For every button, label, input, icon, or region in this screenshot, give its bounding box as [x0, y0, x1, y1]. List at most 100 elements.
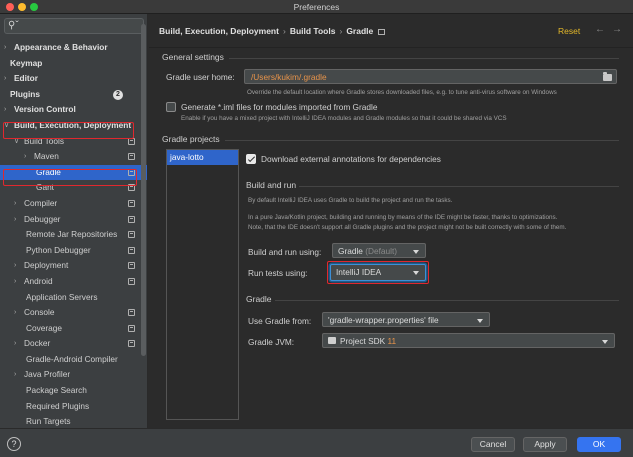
help-button[interactable]: ? — [7, 437, 21, 451]
chevron-right-icon[interactable]: › — [14, 196, 16, 212]
sidebar-item-label: Gant — [36, 182, 54, 193]
update-count-badge: 2 — [113, 89, 123, 100]
run-tests-using-label: Run tests using: — [248, 268, 308, 278]
sidebar-item-label: Appearance & Behavior — [14, 42, 108, 52]
reset-link[interactable]: Reset — [558, 26, 580, 36]
chevron-down-icon[interactable]: ∨ — [14, 134, 19, 150]
gradle-jvm-label: Gradle JVM: — [248, 337, 295, 347]
cancel-button[interactable]: Cancel — [471, 437, 515, 452]
sidebar-item-label: Java Profiler — [24, 369, 71, 380]
chevron-right-icon[interactable]: › — [14, 274, 16, 290]
sidebar-item[interactable]: Gradle-Android Compiler — [0, 352, 147, 368]
settings-sidebar: ⚲ˇ › Appearance & Behavior Keymap › Editor Pl… — [0, 14, 148, 428]
sidebar-item[interactable]: Coverage — [0, 321, 147, 337]
download-annotations-label: Download external annotations for depend… — [261, 154, 441, 164]
sidebar-item[interactable]: Gant — [0, 180, 147, 196]
sidebar-item[interactable]: › Java Profiler — [0, 367, 147, 383]
sidebar-item[interactable]: › Maven — [0, 149, 147, 165]
apply-button[interactable]: Apply — [523, 437, 567, 452]
divider — [225, 140, 619, 141]
sidebar-item-label: Debugger — [24, 213, 61, 224]
breadcrumb-item[interactable]: Build Tools — [290, 26, 336, 36]
chevron-right-icon[interactable]: › — [14, 212, 16, 228]
gradle-user-home-field[interactable]: /Users/kukim/.gradle — [244, 69, 617, 84]
sidebar-item-label: Python Debugger — [26, 244, 91, 255]
use-gradle-from-value: 'gradle-wrapper.properties' file — [328, 315, 439, 325]
divider — [275, 300, 619, 301]
back-arrow-icon[interactable]: ← — [595, 24, 605, 35]
gradle-section-title: Gradle — [246, 294, 272, 304]
chevron-right-icon[interactable]: › — [14, 258, 16, 274]
folder-icon[interactable] — [603, 72, 612, 81]
sidebar-item-label: Application Servers — [26, 291, 98, 302]
settings-header: Build, Execution, Deployment › Build Tools… — [149, 14, 633, 48]
sidebar-item-label: Gradle — [36, 166, 61, 177]
sidebar-item[interactable]: Application Servers — [0, 290, 147, 306]
sidebar-item[interactable]: › Compiler — [0, 196, 147, 212]
sidebar-item[interactable]: Required Plugins — [0, 399, 147, 415]
sidebar-item[interactable]: › Android — [0, 274, 147, 290]
settings-tree: › Appearance & Behavior Keymap › Editor Plugi… — [0, 40, 147, 428]
sidebar-item[interactable]: › Console — [0, 305, 147, 321]
generate-iml-hint: Enable if you have a mixed project with … — [181, 115, 507, 122]
sidebar-item[interactable]: Gradle — [0, 164, 147, 181]
general-settings-title: General settings — [162, 52, 224, 62]
window-title: Preferences — [293, 2, 340, 12]
sidebar-item[interactable]: Remote Jar Repositories — [0, 227, 147, 243]
sidebar-item[interactable]: ∨ Build, Execution, Deployment — [0, 118, 147, 134]
gradle-jvm-sdk-text: Project SDK — [340, 336, 386, 346]
chevron-right-icon[interactable]: › — [4, 40, 6, 56]
build-run-default-suffix: (Default) — [365, 246, 398, 256]
chevron-right-icon[interactable]: › — [24, 149, 26, 165]
sidebar-scrollbar[interactable] — [141, 24, 146, 356]
build-run-using-dropdown[interactable]: Gradle (Default) — [332, 243, 426, 258]
run-tests-using-dropdown[interactable]: IntelliJ IDEA — [330, 264, 426, 281]
sidebar-item[interactable]: › Debugger — [0, 212, 147, 228]
settings-search-input[interactable]: ⚲ˇ — [4, 18, 144, 34]
build-run-description: In a pure Java/Kotlin project, building … — [248, 214, 558, 221]
sidebar-item-label: Run Targets — [26, 416, 71, 427]
sidebar-item[interactable]: Keymap — [0, 56, 147, 72]
gradle-jvm-dropdown[interactable]: Project SDK 11 — [322, 333, 615, 348]
breadcrumb: Build, Execution, Deployment › Build Tools… — [159, 26, 386, 36]
list-item[interactable]: java-lotto — [167, 150, 238, 165]
sidebar-item[interactable]: Run Targets — [0, 414, 147, 428]
sidebar-item[interactable]: › Editor — [0, 71, 147, 87]
chevron-right-icon[interactable]: › — [14, 305, 16, 321]
sidebar-item-label: Editor — [14, 73, 38, 84]
ok-button[interactable]: OK — [577, 437, 621, 452]
sidebar-item-label: Remote Jar Repositories — [26, 229, 118, 240]
sidebar-item[interactable]: › Docker — [0, 336, 147, 352]
project-scope-icon — [128, 309, 135, 317]
sidebar-item[interactable]: ∨ Build Tools — [0, 134, 147, 150]
project-scope-icon — [128, 199, 135, 207]
sidebar-item[interactable]: › Deployment — [0, 258, 147, 274]
sidebar-item[interactable]: › Appearance & Behavior — [0, 40, 147, 56]
folder-icon — [328, 337, 336, 344]
chevron-down-icon[interactable]: ∨ — [4, 118, 9, 134]
sidebar-item-label: Build, Execution, Deployment — [14, 119, 132, 130]
dialog-footer: ? Cancel Apply OK — [0, 428, 633, 457]
project-scope-icon — [128, 340, 135, 348]
chevron-right-icon[interactable]: › — [14, 336, 16, 352]
sidebar-item[interactable]: Package Search — [0, 383, 147, 399]
forward-arrow-icon[interactable]: → — [612, 24, 622, 35]
project-scope-icon — [128, 324, 135, 332]
use-gradle-from-dropdown[interactable]: 'gradle-wrapper.properties' file — [322, 312, 490, 327]
project-scope-icon — [128, 215, 135, 223]
project-scope-icon — [128, 168, 135, 176]
gradle-jvm-version: 11 — [387, 336, 397, 346]
breadcrumb-item[interactable]: Build, Execution, Deployment — [159, 26, 279, 36]
build-run-value-text: Gradle — [338, 246, 363, 256]
sidebar-item[interactable]: Plugins 2 — [0, 87, 147, 103]
sidebar-item-label: Plugins — [10, 88, 40, 99]
chevron-right-icon[interactable]: › — [4, 102, 6, 118]
sidebar-item[interactable]: › Version Control — [0, 102, 147, 118]
divider — [229, 58, 619, 59]
chevron-right-icon[interactable]: › — [14, 367, 16, 383]
build-run-description: Note, that the IDE doesn't support all G… — [248, 224, 567, 231]
sidebar-item[interactable]: Python Debugger — [0, 243, 147, 259]
chevron-right-icon[interactable]: › — [4, 71, 6, 87]
download-annotations-checkbox[interactable] — [246, 154, 256, 164]
generate-iml-checkbox[interactable] — [166, 102, 176, 112]
